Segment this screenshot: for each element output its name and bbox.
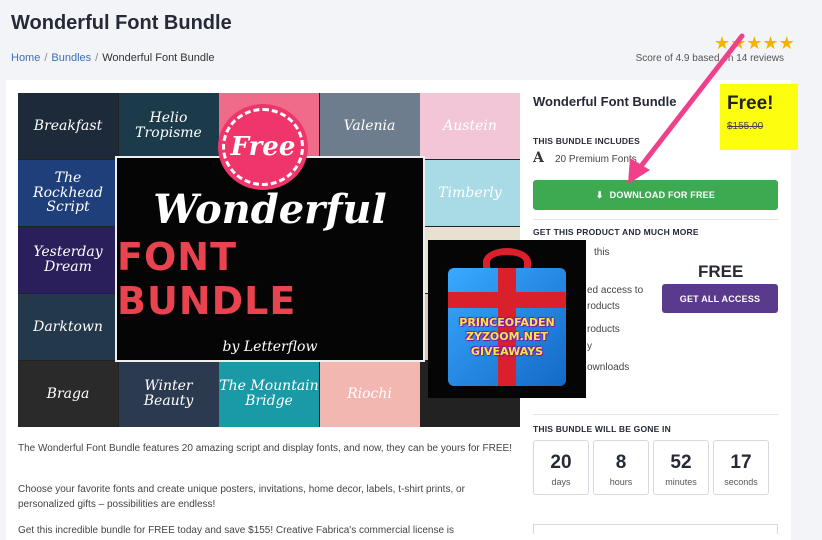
divider <box>533 414 778 415</box>
feature-item: y <box>587 341 592 352</box>
artwork-title-script: Wonderful <box>153 185 387 233</box>
more-heading: GET THIS PRODUCT AND MUCH MORE <box>533 227 699 237</box>
next-section-box <box>533 524 778 534</box>
gallery-tile[interactable]: Valenia <box>319 93 420 159</box>
countdown-value: 8 <box>615 452 627 473</box>
feature-item: ed access to <box>587 285 644 296</box>
get-all-access-button[interactable]: GET ALL ACCESS <box>662 284 778 313</box>
giveaway-overlay: PRINCEOFADEN ZYZOOM.NET GIVEAWAYS <box>428 240 586 398</box>
countdown-unit: seconds <box>724 477 758 487</box>
countdown-unit: minutes <box>665 477 697 487</box>
rating-score: Score of 4.9 based on 14 reviews <box>635 53 784 64</box>
description-paragraph: Get this incredible bundle for FREE toda… <box>18 525 455 536</box>
gallery-tile[interactable]: The Mountain Bridge <box>219 361 319 427</box>
feature-item: ownloads <box>587 362 630 373</box>
breadcrumb-separator: / <box>95 52 99 64</box>
rating-stars[interactable]: ★★★★★ <box>714 33 795 54</box>
price-original: $155.00 <box>727 121 764 132</box>
countdown-unit: hours <box>609 477 633 487</box>
gallery-tile[interactable]: Winter Beauty <box>118 361 219 427</box>
breadcrumb-current: Wonderful Font Bundle <box>102 52 215 64</box>
artwork-byline: by Letterflow <box>222 338 318 355</box>
countdown-hours: 8 hours <box>593 440 649 495</box>
gallery-tile[interactable]: Yesterday Dream <box>18 227 118 293</box>
star-icon: ★ <box>730 33 747 53</box>
star-icon: ★ <box>746 33 763 53</box>
description-paragraph: The Wonderful Font Bundle features 20 am… <box>18 443 512 454</box>
countdown-unit: days <box>551 477 571 487</box>
countdown-seconds: 17 seconds <box>713 440 769 495</box>
breadcrumb: Home / Bundles / Wonderful Font Bundle <box>11 52 215 64</box>
feature-item: roducts <box>587 324 620 335</box>
download-button[interactable]: ⬇ DOWNLOAD FOR FREE <box>533 180 778 210</box>
feature-item: roducts <box>587 301 620 312</box>
gallery-tile[interactable]: Darktown <box>18 294 118 360</box>
breadcrumb-separator: / <box>44 52 48 64</box>
gallery-tile[interactable]: Timberly <box>420 160 520 226</box>
font-icon: A <box>533 150 544 166</box>
gallery-tile[interactable]: Braga <box>18 361 118 427</box>
access-price: FREE <box>698 262 744 281</box>
giveaway-text: PRINCEOFADEN ZYZOOM.NET GIVEAWAYS <box>459 316 555 358</box>
gallery-tile[interactable]: Riochi <box>319 361 420 427</box>
free-badge: Free <box>222 108 304 186</box>
star-icon: ★ <box>778 33 795 53</box>
star-icon: ★ <box>714 33 731 53</box>
gallery-tile[interactable]: Helio Tropisme <box>118 93 219 159</box>
feature-item: this <box>594 247 610 258</box>
star-icon: ★ <box>762 33 779 53</box>
divider <box>533 219 778 220</box>
countdown-minutes: 52 minutes <box>653 440 709 495</box>
countdown-value: 52 <box>670 452 692 473</box>
breadcrumb-home[interactable]: Home <box>11 52 40 64</box>
countdown-value: 17 <box>730 452 752 473</box>
main-artwork: Wonderful FONT BUNDLE by Letterflow <box>115 156 425 362</box>
countdown-value: 20 <box>550 452 572 473</box>
gift-ribbon <box>448 292 566 308</box>
gallery-tile[interactable]: Austein <box>420 93 520 159</box>
page-title: Wonderful Font Bundle <box>11 12 232 34</box>
artwork-title-bold: FONT BUNDLE <box>117 234 297 323</box>
price-free: Free! <box>727 93 774 114</box>
download-icon: ⬇ <box>595 189 604 200</box>
description-paragraph: Choose your favorite fonts and create un… <box>18 484 465 510</box>
product-title: Wonderful Font Bundle <box>533 94 677 109</box>
gallery-tile[interactable]: The Rockhead Script <box>18 160 118 226</box>
countdown-heading: THIS BUNDLE WILL BE GONE IN <box>533 424 671 434</box>
countdown-days: 20 days <box>533 440 589 495</box>
breadcrumb-bundles[interactable]: Bundles <box>51 52 91 64</box>
includes-heading: THIS BUNDLE INCLUDES <box>533 136 640 146</box>
gallery-tile[interactable]: Breakfast <box>18 93 118 159</box>
fonts-count: 20 Premium Fonts <box>555 154 637 165</box>
download-label: DOWNLOAD FOR FREE <box>609 190 716 200</box>
